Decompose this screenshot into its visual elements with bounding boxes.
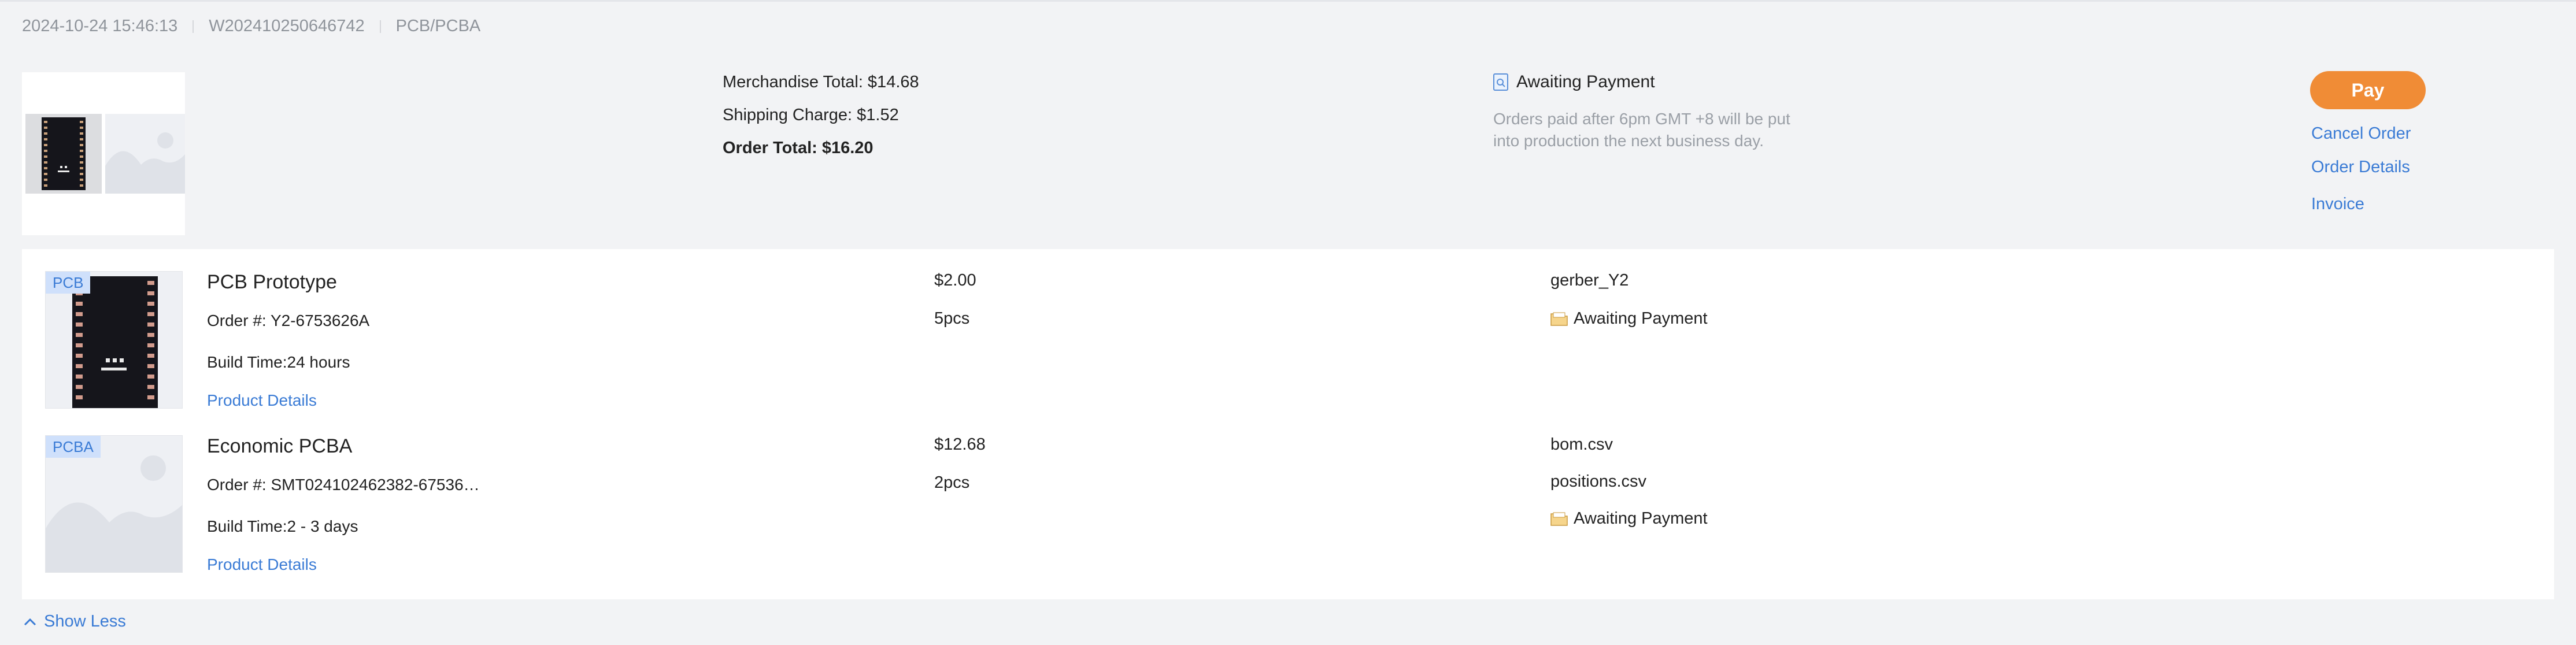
- order-status-block: Awaiting Payment Orders paid after 6pm G…: [1493, 72, 1817, 152]
- order-total: Order Total: $16.20: [723, 138, 919, 171]
- item-file-name[interactable]: gerber_Y2: [1550, 271, 1628, 290]
- item-thumbnail[interactable]: PCB: [45, 271, 183, 409]
- order-category: PCB/PCBA: [396, 17, 481, 36]
- order-details-link[interactable]: Order Details: [2311, 158, 2410, 177]
- pay-button[interactable]: Pay: [2310, 71, 2426, 109]
- order-totals: Merchandise Total: $14.68 Shipping Charg…: [723, 72, 919, 171]
- image-placeholder-icon: [105, 114, 185, 194]
- product-details-link[interactable]: Product Details: [207, 391, 317, 410]
- merchandise-total: Merchandise Total: $14.68: [723, 72, 919, 105]
- cancel-order-link[interactable]: Cancel Order: [2311, 124, 2411, 143]
- item-quantity: 2pcs: [934, 473, 969, 492]
- item-title: PCB Prototype: [207, 271, 337, 294]
- order-status: Awaiting Payment: [1493, 72, 1817, 92]
- item-price: $2.00: [934, 271, 976, 290]
- order-status-text: Awaiting Payment: [1516, 72, 1655, 92]
- item-status: Awaiting Payment: [1550, 509, 1708, 528]
- invoice-link[interactable]: Invoice: [2311, 195, 2364, 214]
- folder-icon: [1550, 511, 1568, 527]
- pcb-board-image: [42, 117, 86, 190]
- item-file-name[interactable]: bom.csv: [1550, 435, 1613, 454]
- item-status-text: Awaiting Payment: [1574, 509, 1708, 528]
- item-order-number: Order #: Y2-6753626A: [207, 312, 369, 330]
- item-thumbnail[interactable]: PCBA: [45, 435, 183, 573]
- order-items-panel: PCB PCB Prototype Order #: Y2-6753626A B…: [22, 249, 2554, 599]
- divider: [193, 20, 194, 33]
- order-item: PCBA Economic PCBA Order #: SMT024102462…: [22, 413, 2554, 577]
- order-item: PCB PCB Prototype Order #: Y2-6753626A B…: [22, 249, 2554, 413]
- item-title: Economic PCBA: [207, 435, 352, 458]
- folder-icon: [1550, 312, 1568, 327]
- item-status-text: Awaiting Payment: [1574, 309, 1708, 328]
- divider: [380, 20, 381, 33]
- item-type-badge: PCBA: [46, 436, 101, 458]
- order-datetime: 2024-10-24 15:46:13: [22, 17, 177, 36]
- item-price: $12.68: [934, 435, 986, 454]
- order-header: 2024-10-24 15:46:13 W202410250646742 PCB…: [22, 17, 480, 36]
- document-search-icon: [1493, 73, 1508, 91]
- product-details-link[interactable]: Product Details: [207, 555, 317, 574]
- order-card: 2024-10-24 15:46:13 W202410250646742 PCB…: [0, 0, 2576, 645]
- order-actions: Pay Cancel Order Order Details Invoice: [2310, 71, 2426, 109]
- shipping-charge: Shipping Charge: $1.52: [723, 105, 919, 138]
- item-file-name[interactable]: positions.csv: [1550, 472, 1646, 491]
- item-quantity: 5pcs: [934, 309, 969, 328]
- chevron-up-icon: [23, 617, 37, 627]
- item-type-badge: PCB: [46, 272, 90, 294]
- item-build-time: Build Time:24 hours: [207, 353, 350, 372]
- show-less-label: Show Less: [44, 612, 126, 631]
- image-placeholder: [105, 114, 185, 194]
- item-order-number: Order #: SMT024102462382-67536…: [207, 476, 480, 494]
- item-status: Awaiting Payment: [1550, 309, 1708, 328]
- payment-note: Orders paid after 6pm GMT +8 will be put…: [1493, 108, 1817, 152]
- order-thumbnails: [22, 72, 185, 235]
- item-build-time: Build Time:2 - 3 days: [207, 517, 358, 536]
- pcb-thumbnail: [25, 114, 102, 194]
- show-less-toggle[interactable]: Show Less: [23, 612, 126, 631]
- order-id: W202410250646742: [209, 17, 364, 36]
